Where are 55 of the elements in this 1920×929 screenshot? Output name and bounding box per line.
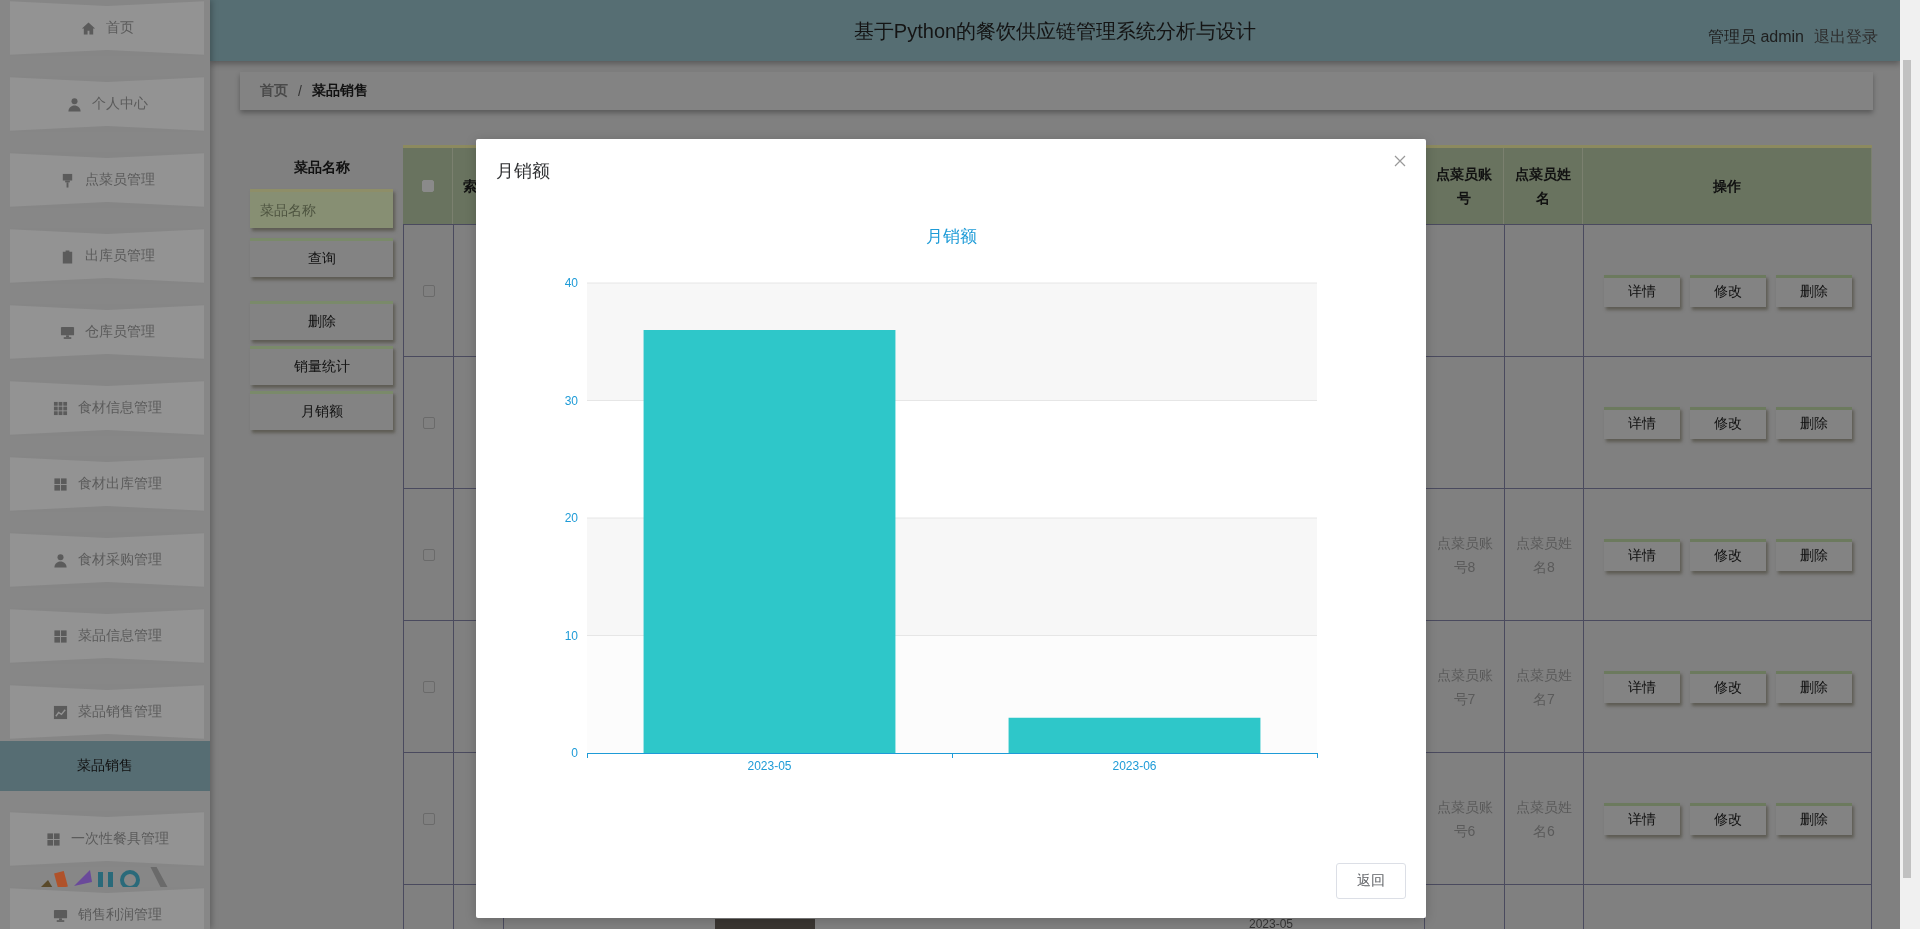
search-field[interactable]: 菜品名称	[250, 189, 393, 228]
axis-label: 10	[564, 628, 578, 643]
row-action-button[interactable]: 详情	[1603, 274, 1680, 307]
monitor-icon	[59, 324, 75, 340]
row-action-button[interactable]: 详情	[1603, 802, 1680, 835]
back-button[interactable]: 返回	[1336, 863, 1406, 899]
axis-label: 30	[564, 393, 578, 408]
row-action-button[interactable]: 修改	[1689, 406, 1766, 439]
column-header: 点菜员姓名	[1514, 165, 1572, 208]
table-cell: 2023-05	[1249, 918, 1294, 929]
user-name: 管理员 admin	[1707, 27, 1804, 47]
column-header: 点菜员账号	[1434, 165, 1493, 208]
checkbox[interactable]	[421, 180, 434, 192]
column-header: 操作	[1712, 177, 1742, 196]
axis-label: 2023-06	[1112, 759, 1157, 773]
row-action-button[interactable]: 详情	[1603, 538, 1680, 571]
row-action-button[interactable]: 删除	[1775, 538, 1852, 571]
row-action-button[interactable]: 删除	[1775, 274, 1852, 307]
axis-label: 0	[571, 746, 578, 760]
row-action-button[interactable]: 详情	[1603, 670, 1680, 703]
field-label: 菜品名称	[292, 159, 351, 177]
axis-label: 20	[564, 511, 578, 525]
axis-label: 2023-05	[747, 759, 792, 773]
grid-icon	[52, 476, 68, 492]
sidebar-item[interactable]: 菜品销售	[0, 741, 210, 791]
action-button[interactable]: 查询	[250, 238, 393, 277]
action-button[interactable]: 月销额	[250, 391, 393, 430]
chart-title: 月销额	[925, 227, 977, 246]
column-header: 索	[462, 177, 477, 196]
breadcrumb-separator: /	[298, 83, 302, 99]
logout-link[interactable]: 退出登录	[1814, 27, 1878, 48]
chart-icon	[52, 704, 68, 720]
row-action-button[interactable]: 删除	[1775, 802, 1852, 835]
close-icon[interactable]	[1394, 155, 1406, 167]
grid-icon	[45, 831, 61, 847]
action-button[interactable]: 删除	[250, 301, 393, 340]
row-action-button[interactable]: 修改	[1689, 274, 1766, 307]
page-title: 基于Python的餐饮供应链管理系统分析与设计	[853, 19, 1257, 44]
row-action-button[interactable]: 删除	[1775, 406, 1852, 439]
row-action-button[interactable]: 修改	[1689, 670, 1766, 703]
grid-icon	[52, 400, 68, 416]
action-button[interactable]: 销量统计	[250, 346, 393, 385]
home-icon	[80, 20, 96, 36]
monitor-icon	[52, 907, 68, 923]
axis-label: 40	[564, 276, 578, 290]
row-action-button[interactable]: 修改	[1689, 538, 1766, 571]
scrollbar[interactable]	[1900, 0, 1920, 929]
person-icon	[66, 96, 82, 112]
grid-icon	[52, 628, 68, 644]
row-action-button[interactable]: 修改	[1689, 802, 1766, 835]
dialog-title: 月销额	[496, 160, 550, 183]
breadcrumb-item[interactable]: 菜品销售	[311, 82, 368, 100]
row-action-button[interactable]: 详情	[1603, 406, 1680, 439]
person-icon	[52, 552, 68, 568]
row-action-button[interactable]: 删除	[1775, 670, 1852, 703]
